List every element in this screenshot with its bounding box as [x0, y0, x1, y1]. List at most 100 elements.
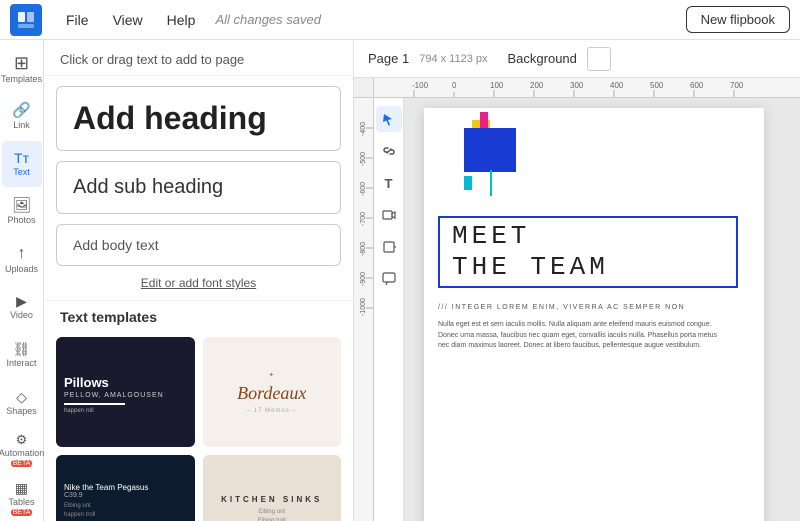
select-tool[interactable] — [376, 106, 402, 132]
sidebar-item-tables[interactable]: ▦ Tables BETA — [2, 475, 42, 521]
sidebar-item-video[interactable]: ▶ Video — [2, 285, 42, 331]
add-body-option[interactable]: Add body text — [56, 224, 341, 266]
sidebar-item-text[interactable]: Tт Text — [2, 141, 42, 187]
page-dims: 794 x 1123 px — [419, 53, 487, 65]
meet-team-line1: MEET — [452, 221, 724, 252]
svg-text:-100: -100 — [412, 81, 429, 90]
uploads-label: Uploads — [5, 264, 38, 274]
sidebar-item-uploads[interactable]: ↑ Uploads — [2, 237, 42, 283]
text-templates-header: Text templates — [44, 300, 353, 331]
automation-icon: ⚙ — [16, 433, 28, 446]
svg-text:-400: -400 — [360, 122, 367, 136]
video-label: Video — [10, 310, 33, 320]
shape-cyan — [464, 176, 472, 190]
page-canvas: MEET THE TEAM /// INTEGER LOREM ENIM, VI… — [424, 108, 764, 521]
pillows-subtitle: PELLOW, AMALGOUSEN — [64, 392, 187, 399]
automation-beta-badge: BETA — [11, 460, 33, 467]
interact-label: Interact — [6, 358, 36, 368]
add-heading-option[interactable]: Add heading — [56, 86, 341, 151]
icon-sidebar: ⊞ Templates 🔗 Link Tт Text 🖼 Photos ↑ Up… — [0, 40, 44, 521]
text-panel: Click or drag text to add to page Add he… — [44, 40, 354, 521]
meet-team-line2: THE TEAM — [452, 252, 724, 283]
svg-text:-1000: -1000 — [360, 298, 367, 316]
canvas-toolbar: Page 1 794 x 1123 px Background — [354, 40, 800, 78]
shape-tool[interactable] — [376, 234, 402, 260]
svg-text:-700: -700 — [360, 212, 367, 226]
text-icon: Tт — [14, 151, 29, 165]
save-status: All changes saved — [215, 12, 321, 27]
photos-icon: 🖼 — [12, 198, 31, 213]
app-logo[interactable] — [10, 4, 42, 36]
svg-text:0: 0 — [452, 81, 457, 90]
svg-text:-800: -800 — [360, 242, 367, 256]
view-menu[interactable]: View — [101, 8, 155, 32]
heading-preview: Add heading — [73, 101, 324, 136]
video-tool[interactable] — [376, 202, 402, 228]
main-layout: ⊞ Templates 🔗 Link Tт Text 🖼 Photos ↑ Up… — [0, 40, 800, 521]
subheading-preview: Add sub heading — [73, 176, 324, 199]
canvas-content: T — [374, 98, 800, 521]
sidebar-item-shapes[interactable]: ◇ Shapes — [2, 380, 42, 426]
comment-tool[interactable] — [376, 266, 402, 292]
template-card-pillows[interactable]: Pillows PELLOW, AMALGOUSEN happen roll — [56, 337, 195, 447]
svg-text:100: 100 — [490, 81, 504, 90]
shapes-label: Shapes — [6, 406, 37, 416]
add-subheading-option[interactable]: Add sub heading — [56, 161, 341, 214]
file-menu[interactable]: File — [54, 8, 101, 32]
templates-label: Templates — [1, 74, 42, 84]
shape-cyan-line — [490, 170, 492, 196]
tables-icon: ▦ — [15, 481, 28, 495]
template-card-bordeaux[interactable]: ✦ Bordeaux – 17 Memos – — [203, 337, 342, 447]
kitchen-title: KITCHEN SINKS — [221, 495, 322, 504]
new-flipbook-button[interactable]: New flipbook — [686, 6, 790, 33]
video-icon: ▶ — [16, 294, 27, 308]
edit-fonts-link[interactable]: Edit or add font styles — [44, 270, 353, 296]
team-title: Nike the Team Pegasus — [64, 483, 187, 492]
tables-beta-badge: BETA — [11, 509, 33, 516]
sidebar-item-photos[interactable]: 🖼 Photos — [2, 189, 42, 235]
sidebar-item-interact[interactable]: ⛓ Interact — [2, 332, 42, 378]
svg-text:-600: -600 — [360, 182, 367, 196]
shapes-icon: ◇ — [16, 390, 27, 404]
uploads-icon: ↑ — [18, 246, 26, 262]
pillows-title: Pillows — [64, 375, 187, 390]
link-label: Link — [13, 120, 30, 130]
svg-text:200: 200 — [530, 81, 544, 90]
svg-text:500: 500 — [650, 81, 664, 90]
tools-sidebar: T — [374, 98, 404, 521]
sidebar-item-templates[interactable]: ⊞ Templates — [2, 46, 42, 92]
ruler-corner — [354, 78, 374, 98]
svg-text:600: 600 — [690, 81, 704, 90]
ruler-left: -400 -500 -600 -700 -800 -900 -1000 — [354, 98, 374, 521]
canvas-scroll[interactable]: T — [374, 98, 800, 521]
template-card-team[interactable]: Nike the Team Pegasus C39.9 Elbing untha… — [56, 455, 195, 521]
templates-icon: ⊞ — [14, 54, 29, 72]
shape-blue-dark — [464, 128, 516, 172]
sidebar-item-link[interactable]: 🔗 Link — [2, 94, 42, 140]
help-menu[interactable]: Help — [155, 8, 208, 32]
text-tool[interactable]: T — [376, 170, 402, 196]
svg-text:400: 400 — [610, 81, 624, 90]
canvas-with-rulers: -100 0 100 200 300 400 500 — [354, 78, 800, 521]
template-grid: Pillows PELLOW, AMALGOUSEN happen roll ✦… — [44, 331, 353, 521]
background-color-picker[interactable] — [587, 47, 611, 71]
svg-text:-900: -900 — [360, 272, 367, 286]
interact-icon: ⛓ — [13, 342, 31, 356]
text-label: Text — [13, 167, 30, 177]
body-preview: Add body text — [73, 237, 324, 253]
lorem-body: Nulla eget est et sem iaculis mollis. Nu… — [438, 320, 750, 352]
template-card-kitchen[interactable]: KITCHEN SINKS Elbing untElbing troll — [203, 455, 342, 521]
bordeaux-title: Bordeaux — [237, 383, 306, 404]
svg-text:700: 700 — [730, 81, 744, 90]
svg-text:-500: -500 — [360, 152, 367, 166]
canvas-area: Page 1 794 x 1123 px Background -100 0 — [354, 40, 800, 521]
link-icon: 🔗 — [12, 103, 31, 118]
photos-label: Photos — [7, 215, 35, 225]
meet-team-box[interactable]: MEET THE TEAM — [438, 216, 738, 288]
link-tool[interactable] — [376, 138, 402, 164]
svg-text:300: 300 — [570, 81, 584, 90]
page-label: Page 1 — [368, 51, 409, 66]
text-panel-header: Click or drag text to add to page — [44, 40, 353, 76]
ruler-top: -100 0 100 200 300 400 500 — [374, 78, 800, 98]
sidebar-item-automation[interactable]: ⚙ Automation BETA — [2, 428, 42, 474]
